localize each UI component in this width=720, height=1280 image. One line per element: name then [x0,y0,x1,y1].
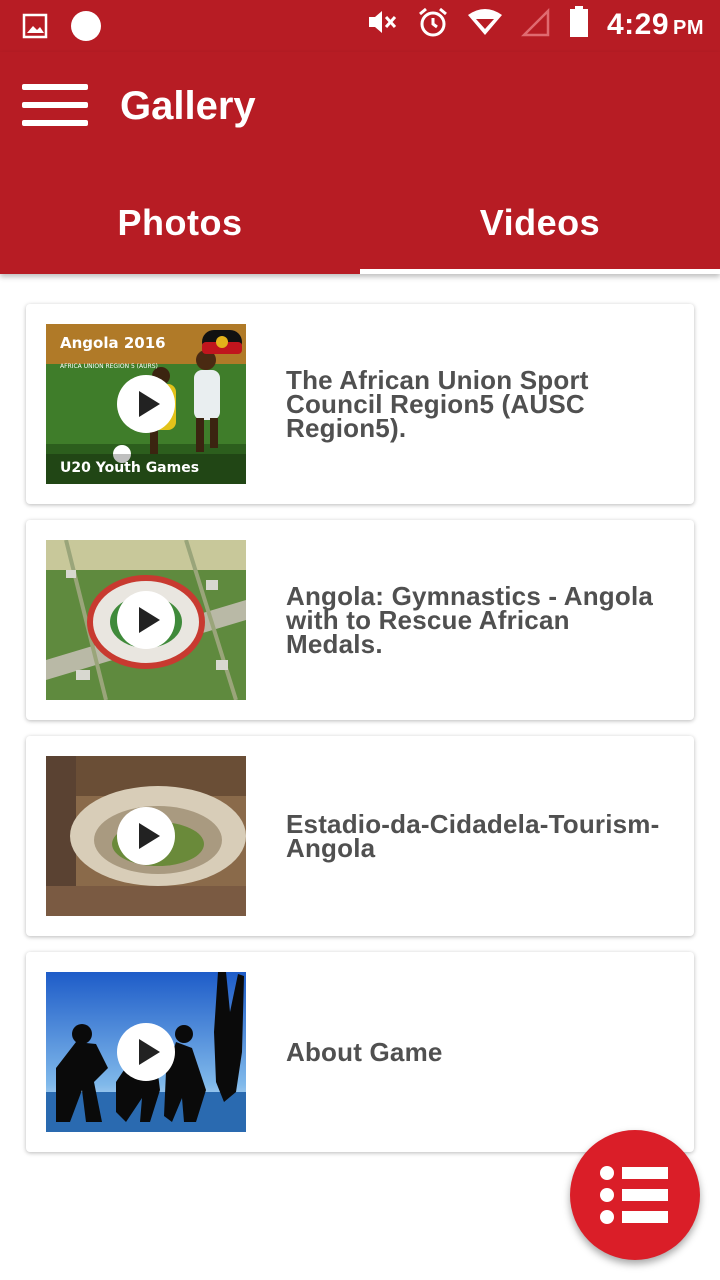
video-list: Angola 2016 AFRICA UNION REGION 5 (AURS)… [26,304,694,1168]
mute-icon [367,7,399,42]
tab-selected-indicator [360,269,720,274]
thumb-text-sub: AFRICA UNION REGION 5 (AURS) [60,363,158,370]
video-thumbnail [46,972,246,1132]
battery-icon [569,6,589,43]
video-card[interactable]: Angola: Gymnastics - Angola with to Resc… [26,520,694,720]
tab-videos[interactable]: Videos [360,172,720,274]
video-card[interactable]: Estadio-da-Cidadela-Tourism-Angola [26,736,694,936]
status-bar: 4:29 PM [0,0,720,52]
video-thumbnail [46,540,246,700]
play-icon[interactable] [116,590,176,650]
page-title: Gallery [120,84,256,128]
play-icon[interactable] [116,374,176,434]
hamburger-icon[interactable] [22,80,90,132]
video-title: The African Union Sport Council Region5 … [286,365,589,443]
app-bar: Gallery Photos Videos [0,52,720,274]
image-icon [22,13,48,44]
video-title: Estadio-da-Cidadela-Tourism-Angola [286,809,660,863]
tab-photos[interactable]: Photos [0,172,360,274]
video-card[interactable]: Angola 2016 AFRICA UNION REGION 5 (AURS)… [26,304,694,504]
video-title: Angola: Gymnastics - Angola with to Resc… [286,581,654,659]
alarm-icon [417,6,449,43]
wifi-icon [467,7,503,42]
clock: 4:29 PM [606,7,704,41]
list-icon [600,1166,668,1224]
video-thumbnail: Angola 2016 AFRICA UNION REGION 5 (AURS)… [46,324,246,484]
tab-bar: Photos Videos [0,172,720,274]
list-fab-button[interactable] [570,1130,700,1260]
play-icon[interactable] [116,1022,176,1082]
thumb-text-top: Angola 2016 [60,334,166,352]
video-card[interactable]: About Game [26,952,694,1152]
thumb-text-bottom: U20 Youth Games [60,460,199,476]
play-icon[interactable] [116,806,176,866]
no-signal-icon [520,7,551,42]
video-title: About Game [286,1037,443,1067]
tab-photos-label: Photos [117,202,243,243]
tab-videos-label: Videos [479,202,601,243]
video-thumbnail [46,756,246,916]
circle-notification-icon [70,10,102,47]
